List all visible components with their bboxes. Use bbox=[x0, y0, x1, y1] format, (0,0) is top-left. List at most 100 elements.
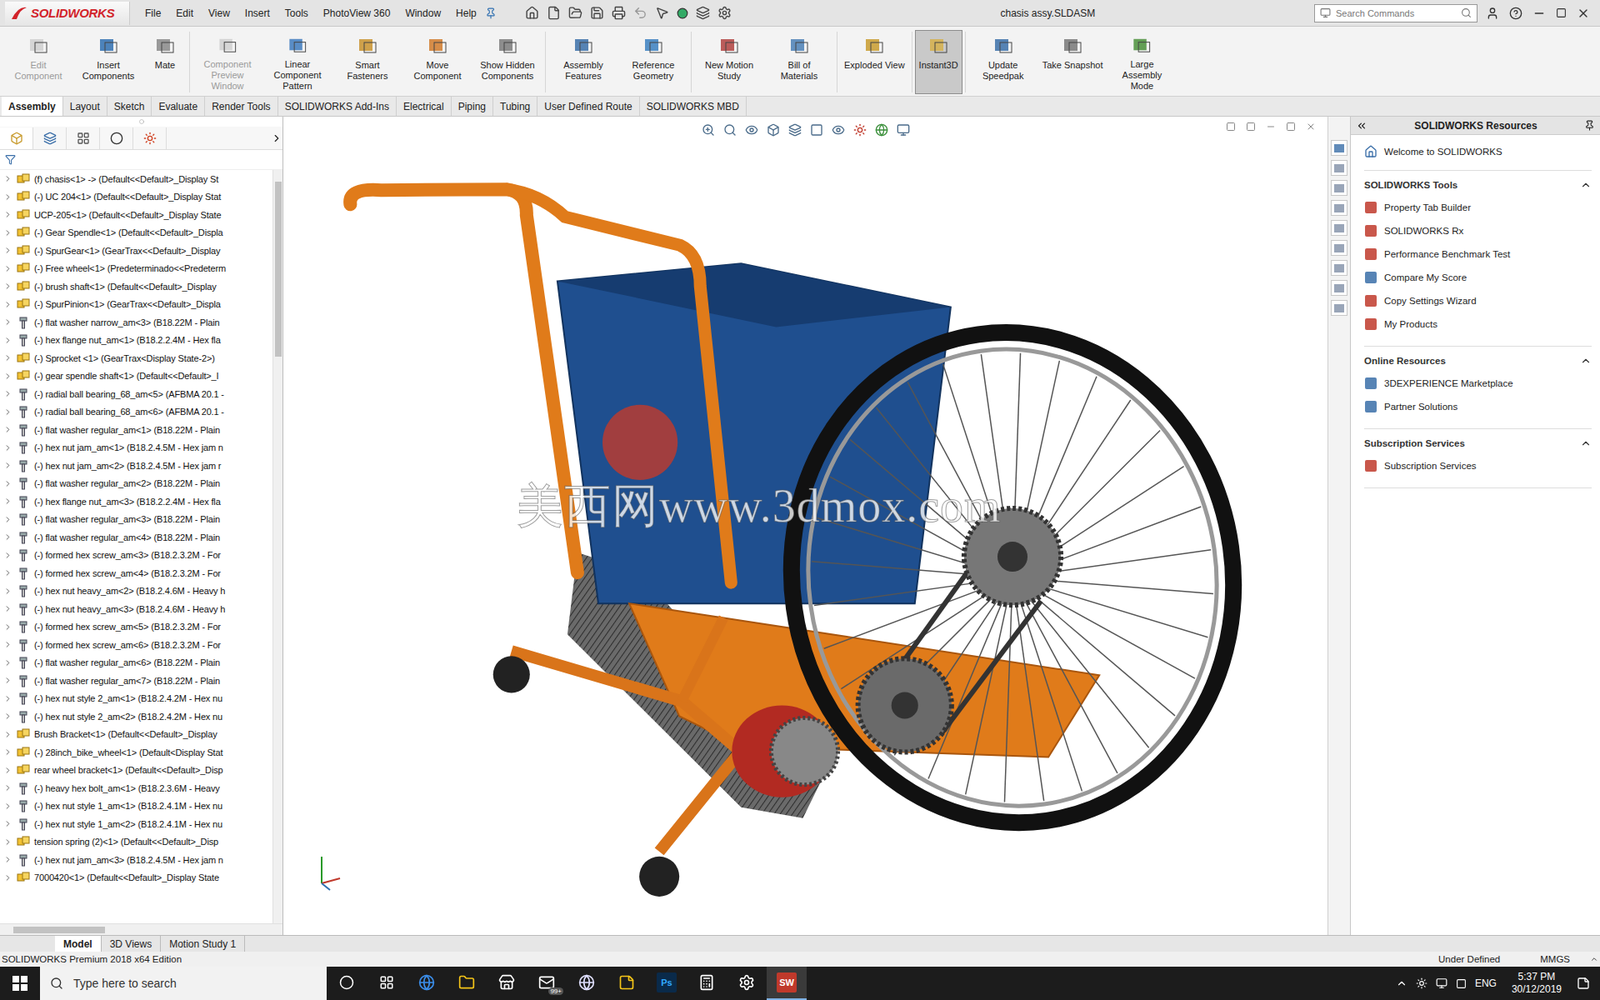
ribbon-button[interactable]: Take Snapshot bbox=[1038, 30, 1108, 95]
tree-item[interactable]: (-) hex flange nut_am<3> (B18.2.2.4M - H… bbox=[0, 492, 273, 511]
command-tab[interactable]: Tubing bbox=[493, 96, 538, 116]
tree-item[interactable]: tension spring (2)<1> (Default<<Default>… bbox=[0, 833, 273, 852]
task-pane-tab[interactable] bbox=[1330, 180, 1348, 196]
tree-item[interactable]: (-) Gear Spendle<1> (Default<<Default>_D… bbox=[0, 224, 273, 243]
display-tab[interactable] bbox=[133, 127, 167, 150]
command-tab[interactable]: Sketch bbox=[107, 96, 153, 116]
start-button[interactable] bbox=[0, 966, 40, 1000]
tree-item[interactable]: (-) SpurPinion<1> (GearTrax<<Default>_Di… bbox=[0, 295, 273, 315]
resource-link[interactable]: Property Tab Builder bbox=[1364, 195, 1592, 220]
document-tab[interactable]: 3D Views bbox=[101, 935, 161, 952]
sticky-notes-app[interactable] bbox=[606, 966, 647, 1000]
tree-item[interactable]: (-) radial ball bearing_68_am<5> (AFBMA … bbox=[0, 385, 273, 404]
tree-item[interactable]: (-) hex nut jam_am<3> (B18.2.4.5M - Hex … bbox=[0, 850, 273, 870]
tree-item[interactable]: UCP-205<1> (Default<<Default>_Display St… bbox=[0, 205, 273, 225]
menu-item[interactable]: Edit bbox=[169, 5, 200, 22]
command-tab[interactable]: User Defined Route bbox=[537, 96, 640, 116]
command-tab[interactable]: Render Tools bbox=[205, 96, 279, 116]
graphics-area[interactable]: 美西网www.3dmox.com bbox=[283, 116, 1328, 935]
language[interactable]: ENG bbox=[1475, 977, 1497, 990]
task-pane-tab[interactable] bbox=[1330, 240, 1348, 256]
resource-link[interactable]: Copy Settings Wizard bbox=[1364, 289, 1592, 313]
ribbon-button[interactable]: Linear Component Pattern bbox=[262, 30, 333, 95]
tree-item[interactable]: (-) flat washer regular_am<6> (B18.22M -… bbox=[0, 654, 273, 673]
command-tab[interactable]: Assembly bbox=[1, 96, 64, 116]
tree-item[interactable]: (-) formed hex screw_am<6> (B18.2.3.2M -… bbox=[0, 635, 273, 655]
tree-item[interactable]: (-) UC 204<1> (Default<<Default>_Display… bbox=[0, 188, 273, 207]
tree-item[interactable]: (-) hex nut jam_am<1> (B18.2.4.5M - Hex … bbox=[0, 439, 273, 458]
tree-item[interactable]: (-) 28inch_bike_wheel<1> (Default<Displa… bbox=[0, 743, 273, 762]
store-app[interactable] bbox=[486, 966, 527, 1000]
tree-item[interactable]: (-) gear spendle shaft<1> (Default<<Defa… bbox=[0, 367, 273, 386]
resource-link[interactable]: Subscription Services bbox=[1364, 454, 1592, 478]
resource-link[interactable]: Partner Solutions bbox=[1364, 395, 1592, 419]
task-pane-tab[interactable] bbox=[1330, 200, 1348, 216]
resource-link[interactable]: Compare My Score bbox=[1364, 265, 1592, 290]
resource-link[interactable]: 3DEXPERIENCE Marketplace bbox=[1364, 371, 1592, 395]
ribbon-button[interactable]: Exploded View bbox=[840, 30, 910, 95]
tree-item[interactable]: (-) hex nut style 2_am<1> (B18.2.4.2M - … bbox=[0, 690, 273, 709]
featuremanager-tab[interactable] bbox=[0, 127, 34, 150]
ribbon-button[interactable]: Smart Fasteners bbox=[332, 30, 403, 95]
ribbon-button[interactable]: Bill of Materials bbox=[764, 30, 835, 95]
ribbon-button[interactable]: Edit Component bbox=[3, 30, 74, 95]
command-tab[interactable]: Evaluate bbox=[151, 96, 205, 116]
task-pane-tab[interactable] bbox=[1330, 260, 1348, 276]
app-app[interactable] bbox=[726, 966, 767, 1000]
tree-item[interactable]: (-) heavy hex bolt_am<1> (B18.2.3.6M - H… bbox=[0, 779, 273, 798]
tree-item[interactable]: (-) hex nut heavy_am<3> (B18.2.4.6M - He… bbox=[0, 600, 273, 619]
propertymanager-tab[interactable] bbox=[33, 127, 67, 150]
tree-item[interactable]: (-) SpurGear<1> (GearTrax<<Default>_Disp… bbox=[0, 241, 273, 260]
configuration-tab[interactable] bbox=[66, 127, 100, 150]
dimxpert-tab[interactable] bbox=[100, 127, 134, 150]
resource-link[interactable]: Performance Benchmark Test bbox=[1364, 242, 1592, 266]
document-tab[interactable]: Motion Study 1 bbox=[160, 935, 245, 952]
tree-item[interactable]: rear wheel bracket<1> (Default<<Default>… bbox=[0, 761, 273, 780]
command-tab[interactable]: Piping bbox=[451, 96, 494, 116]
task-pane-tab[interactable] bbox=[1330, 280, 1348, 296]
ribbon-button[interactable]: Large Assembly Mode bbox=[1106, 30, 1177, 95]
task-pane-tab[interactable] bbox=[1330, 160, 1348, 176]
tree-item[interactable]: (-) Sprocket <1> (GearTrax<Display State… bbox=[0, 349, 273, 368]
menu-item[interactable]: Window bbox=[398, 5, 448, 22]
tree-item[interactable]: (-) flat washer narrow_am<3> (B18.22M - … bbox=[0, 313, 273, 332]
welcome-link[interactable]: Welcome to SOLIDWORKS bbox=[1364, 145, 1592, 171]
ribbon-button[interactable]: Update Speedpak bbox=[968, 30, 1039, 95]
scroll-thumb[interactable] bbox=[275, 181, 282, 357]
taskbar-search[interactable]: Type here to search bbox=[40, 966, 327, 1000]
tree-item[interactable]: 7000420<1> (Default<<Default>_Display St… bbox=[0, 869, 273, 888]
tree-item[interactable]: (-) hex nut style 1_am<2> (B18.2.4.1M - … bbox=[0, 815, 273, 834]
task-pane-tab[interactable] bbox=[1330, 220, 1348, 236]
tree-item[interactable]: (-) Free wheel<1> (Predeterminado<<Prede… bbox=[0, 260, 273, 279]
section-header[interactable]: SOLIDWORKS Tools bbox=[1364, 179, 1592, 196]
command-tab[interactable]: Electrical bbox=[396, 96, 452, 116]
ribbon-button[interactable]: Insert Components bbox=[73, 30, 144, 95]
ribbon-button[interactable]: Reference Geometry bbox=[618, 30, 689, 95]
panel-grip[interactable] bbox=[0, 116, 283, 127]
search-commands[interactable]: Search Commands bbox=[1314, 4, 1478, 23]
scroll-thumb[interactable] bbox=[13, 926, 105, 934]
resource-link[interactable]: SOLIDWORKS Rx bbox=[1364, 219, 1592, 243]
tree-item[interactable]: (-) hex nut style 2_am<2> (B18.2.4.2M - … bbox=[0, 707, 273, 726]
mail-app[interactable]: 99+ bbox=[526, 966, 567, 1000]
task-pane-tab[interactable] bbox=[1330, 140, 1348, 156]
tree-item[interactable]: (-) brush shaft<1> (Default<<Default>_Di… bbox=[0, 277, 273, 296]
tree-item[interactable]: (-) flat washer regular_am<4> (B18.22M -… bbox=[0, 528, 273, 547]
tree-item[interactable]: Brush Bracket<1> (Default<<Default>_Disp… bbox=[0, 725, 273, 745]
ribbon-button[interactable]: Assembly Features bbox=[548, 30, 619, 95]
cortana-app[interactable] bbox=[326, 966, 367, 1000]
tree-item[interactable]: (-) radial ball bearing_68_am<6> (AFBMA … bbox=[0, 403, 273, 422]
ribbon-button[interactable]: Show Hidden Components bbox=[472, 30, 543, 95]
tree-item[interactable]: (f) chasis<1> -> (Default<<Default>_Disp… bbox=[0, 170, 273, 189]
filter-row[interactable] bbox=[0, 150, 283, 170]
tree-item[interactable]: (-) flat washer regular_am<1> (B18.22M -… bbox=[0, 420, 273, 440]
menu-item[interactable]: Help bbox=[449, 5, 484, 22]
tree-item[interactable]: (-) formed hex screw_am<4> (B18.2.3.2M -… bbox=[0, 564, 273, 583]
tree-item[interactable]: (-) hex nut heavy_am<2> (B18.2.4.6M - He… bbox=[0, 582, 273, 601]
command-tab[interactable]: Layout bbox=[63, 96, 108, 116]
tree-item[interactable]: (-) flat washer regular_am<3> (B18.22M -… bbox=[0, 510, 273, 530]
tree-item[interactable]: (-) hex nut jam_am<2> (B18.2.4.5M - Hex … bbox=[0, 456, 273, 475]
tree-hscrollbar[interactable] bbox=[0, 923, 283, 935]
tree-item[interactable]: (-) hex flange nut_am<1> (B18.2.2.4M - H… bbox=[0, 331, 273, 350]
section-header[interactable]: Subscription Services bbox=[1364, 437, 1592, 455]
